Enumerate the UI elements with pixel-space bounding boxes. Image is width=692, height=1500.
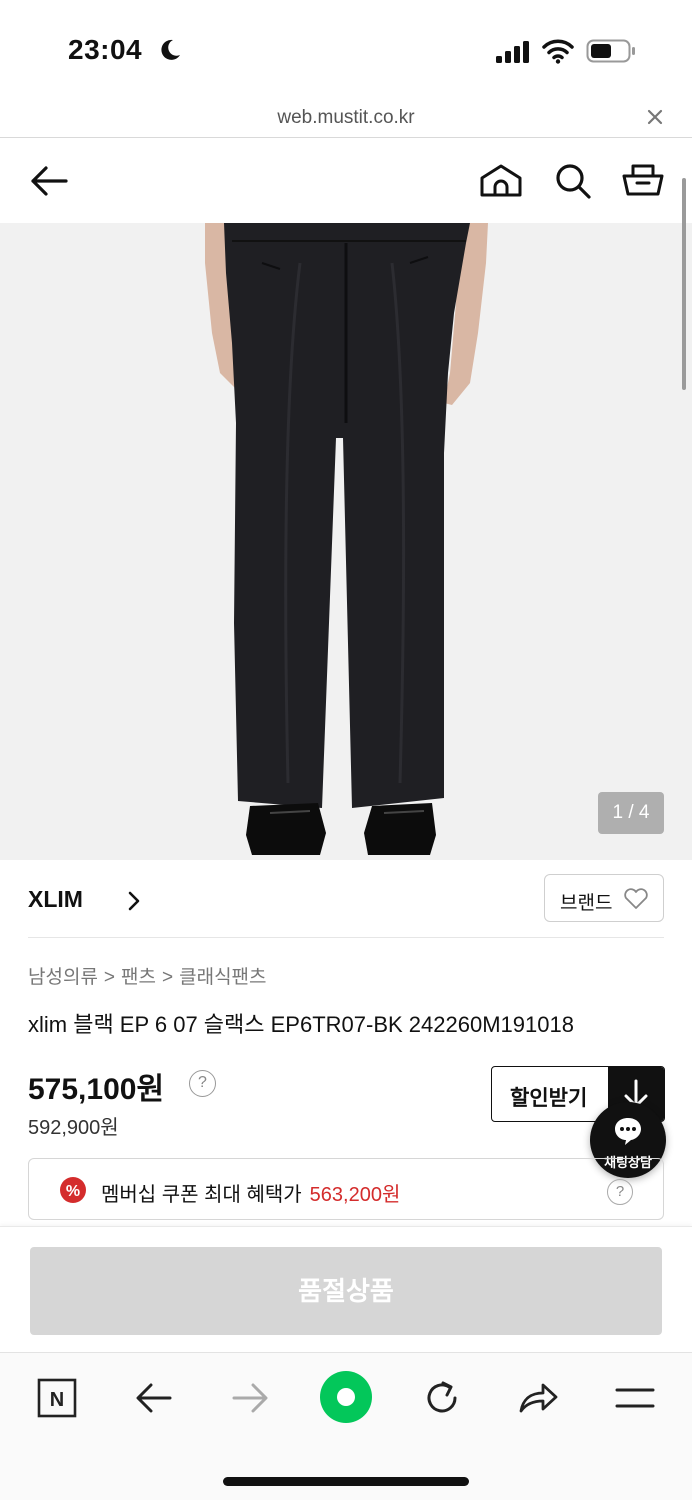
membership-coupon-banner[interactable]: % 멤버십 쿠폰 최대 혜택가 563,200원 ? bbox=[28, 1158, 664, 1220]
chevron-right-icon[interactable] bbox=[126, 890, 142, 912]
url-bar: web.mustit.co.kr bbox=[0, 100, 692, 138]
breadcrumb-item-pants[interactable]: 팬츠 bbox=[121, 967, 156, 988]
image-counter: 1 / 4 bbox=[598, 792, 664, 834]
url-text[interactable]: web.mustit.co.kr bbox=[0, 107, 692, 129]
category-breadcrumb: 남성의류 > 팬츠 > 클래식팬츠 bbox=[28, 962, 267, 989]
menu-icon[interactable] bbox=[614, 1383, 656, 1413]
percent-glyph: % bbox=[66, 1183, 80, 1200]
naver-n-icon[interactable]: N bbox=[36, 1377, 78, 1419]
brand-button-label: 브랜드 bbox=[560, 893, 613, 914]
breadcrumb-item-mens-clothing[interactable]: 남성의류 bbox=[28, 967, 98, 988]
reload-icon[interactable] bbox=[421, 1377, 463, 1419]
breadcrumb-separator: > bbox=[162, 967, 174, 988]
sale-price: 575,100원 bbox=[28, 1073, 165, 1106]
brand-like-button[interactable]: 브랜드 bbox=[544, 874, 664, 922]
brand-row: XLIM 브랜드 bbox=[28, 874, 664, 938]
purchase-bar: 품절상품 bbox=[0, 1226, 692, 1352]
naver-green-dot-icon[interactable] bbox=[319, 1370, 373, 1424]
chat-bubble-icon bbox=[615, 1118, 641, 1145]
scrollbar[interactable] bbox=[682, 178, 686, 390]
pants-photo bbox=[205, 223, 488, 855]
browser-forward-icon bbox=[232, 1383, 268, 1413]
cart-icon[interactable] bbox=[620, 159, 666, 199]
coupon-label: 멤버십 쿠폰 최대 혜택가 bbox=[101, 1184, 302, 1206]
sold-out-button[interactable]: 품절상품 bbox=[30, 1247, 662, 1335]
home-icon[interactable] bbox=[478, 161, 524, 201]
share-icon[interactable] bbox=[517, 1379, 559, 1417]
app-header bbox=[0, 139, 692, 223]
close-icon[interactable] bbox=[646, 108, 664, 126]
status-time: 23:04 bbox=[68, 34, 143, 65]
breadcrumb-item-classic-pants[interactable]: 클래식팬츠 bbox=[179, 967, 266, 988]
browser-back-icon[interactable] bbox=[134, 1379, 174, 1417]
search-icon[interactable] bbox=[554, 162, 592, 200]
battery-icon bbox=[586, 39, 635, 63]
naver-glyph: N bbox=[50, 1389, 64, 1411]
coupon-help-icon[interactable]: ? bbox=[607, 1179, 633, 1205]
wifi-icon bbox=[542, 39, 574, 64]
browser-toolbar: N bbox=[0, 1352, 692, 1500]
percent-icon: % bbox=[60, 1177, 86, 1203]
product-title: xlim 블랙 EP 6 07 슬랙스 EP6TR07-BK 242260M19… bbox=[28, 1012, 574, 1037]
heart-icon bbox=[624, 888, 648, 909]
status-bar: 23:04 bbox=[0, 0, 692, 100]
original-price: 592,900원 bbox=[28, 1117, 119, 1139]
signal-icon bbox=[496, 41, 529, 63]
moon-icon bbox=[161, 39, 180, 60]
discount-button-label: 할인받기 bbox=[510, 1087, 588, 1110]
home-indicator[interactable] bbox=[223, 1477, 469, 1486]
coupon-price: 563,200원 bbox=[309, 1184, 401, 1206]
back-arrow-icon[interactable] bbox=[28, 163, 70, 199]
breadcrumb-separator: > bbox=[103, 967, 116, 988]
coupon-text: 멤버십 쿠폰 최대 혜택가 563,200원 bbox=[101, 1178, 400, 1207]
price-help-icon[interactable]: ? bbox=[189, 1070, 216, 1097]
brand-name-link[interactable]: XLIM bbox=[28, 886, 83, 913]
product-image[interactable]: 1 / 4 bbox=[0, 223, 692, 860]
